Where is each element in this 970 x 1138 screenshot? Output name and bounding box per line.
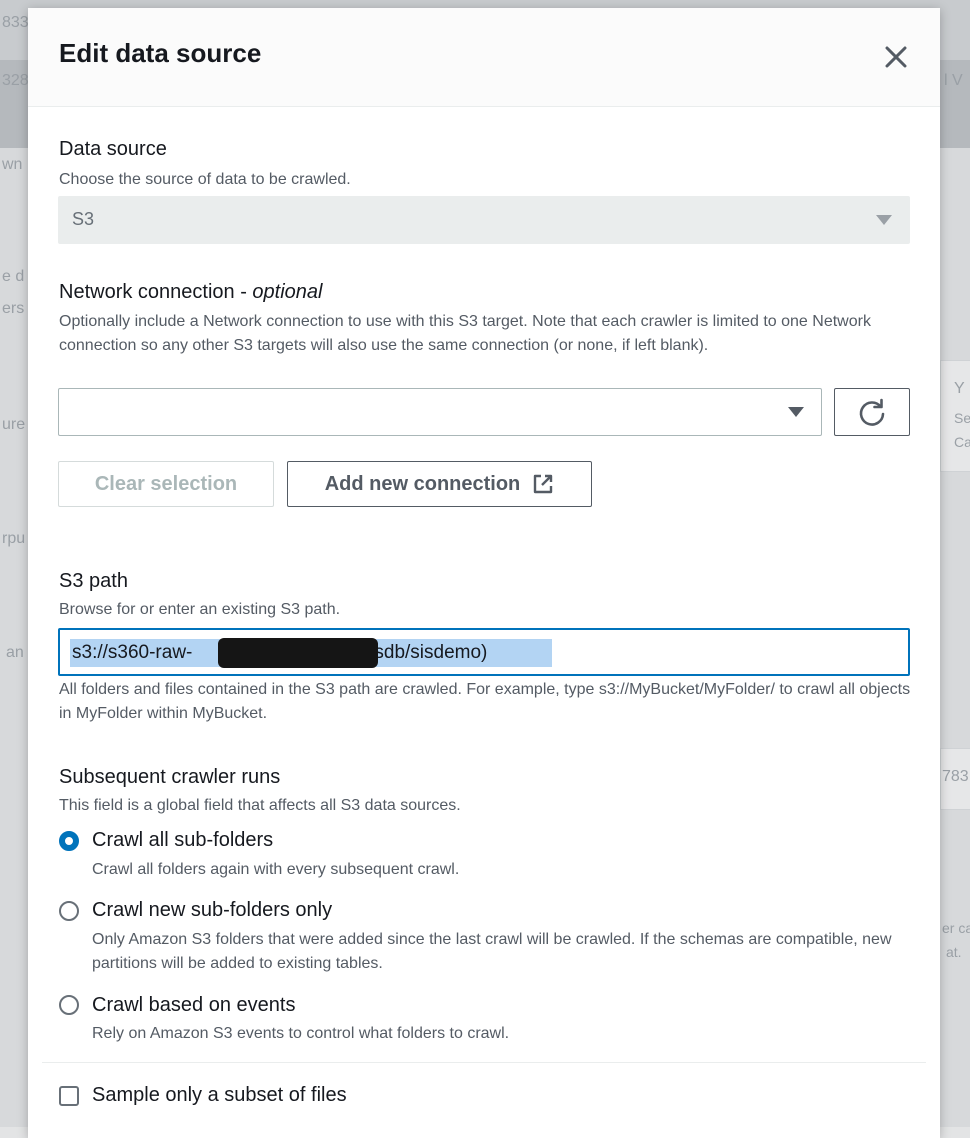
data-source-select: S3 (58, 196, 910, 244)
option-description: Rely on Amazon S3 events to control what… (92, 1025, 510, 1042)
s3-path-description: Browse for or enter an existing S3 path. (59, 601, 341, 618)
background-text: ers (2, 300, 25, 317)
background-text: ure (2, 416, 26, 433)
edit-data-source-modal: Edit data source Data source Choose the … (28, 8, 940, 1138)
background-text: an (6, 644, 24, 661)
close-icon (885, 46, 907, 68)
add-new-connection-button[interactable]: Add new connection (287, 461, 592, 507)
option-label: Crawl new sub-folders only (92, 899, 333, 921)
dropdown-arrow-icon (876, 215, 892, 225)
data-source-description: Choose the source of data to be crawled. (59, 171, 351, 188)
refresh-icon (859, 398, 885, 426)
background-text: wn (2, 156, 23, 173)
background-text: at. (946, 944, 962, 960)
background-text: Se (954, 410, 970, 426)
radio-crawl-events[interactable] (59, 995, 79, 1015)
background-text: rpu (2, 530, 26, 547)
background-text: 833 (2, 14, 29, 31)
background-text: e d (2, 268, 25, 285)
subsequent-runs-description: This field is a global field that affect… (59, 797, 461, 814)
redacted-region (218, 638, 378, 668)
s3-path-label: S3 path (59, 570, 128, 592)
close-button[interactable] (880, 41, 912, 73)
background-text: 783 (942, 768, 969, 785)
data-source-label: Data source (59, 138, 167, 160)
background-text: Ca (954, 434, 970, 450)
modal-title: Edit data source (59, 38, 262, 68)
option-description: Crawl all folders again with every subse… (92, 861, 460, 878)
s3-path-help: All folders and files contained in the S… (59, 681, 911, 722)
option-label: Crawl based on events (92, 994, 296, 1016)
subsequent-runs-label: Subsequent crawler runs (59, 766, 281, 788)
radio-crawl-all[interactable] (59, 831, 79, 851)
add-new-connection-label: Add new connection (324, 472, 521, 495)
network-connection-label: Network connection - optional (59, 281, 323, 303)
s3-path-input[interactable]: s3://s360-raw-/sisdb/sisdemo) (58, 628, 910, 676)
background-text: er ca (942, 920, 970, 936)
background-text: l V (944, 72, 963, 89)
divider (42, 1062, 926, 1063)
radio-crawl-new[interactable] (59, 901, 79, 921)
network-connection-select[interactable] (58, 388, 822, 436)
option-description: Only Amazon S3 folders that were added s… (92, 931, 892, 972)
clear-selection-button[interactable]: Clear selection (58, 461, 274, 507)
background-text: Y (954, 380, 965, 397)
sample-subset-checkbox[interactable] (59, 1086, 79, 1106)
refresh-button[interactable] (834, 388, 910, 436)
external-link-icon (534, 474, 553, 494)
data-source-value: S3 (72, 209, 95, 229)
modal-header: Edit data source (28, 8, 940, 107)
background-text: 328 (2, 72, 29, 89)
option-label: Crawl all sub-folders (92, 829, 274, 851)
dropdown-arrow-icon (788, 407, 804, 417)
sample-subset-label: Sample only a subset of files (92, 1084, 347, 1106)
network-connection-description: Optionally include a Network connection … (59, 313, 871, 354)
